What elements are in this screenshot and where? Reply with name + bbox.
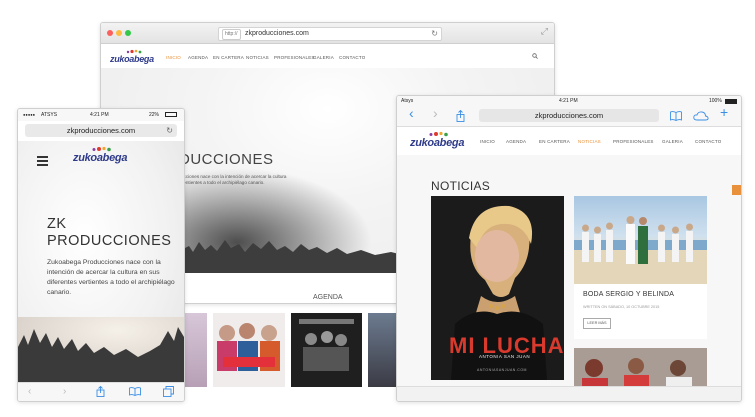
agenda-thumbnail[interactable] (291, 313, 362, 387)
address-bar[interactable]: http:// zkproducciones.com ↻ (218, 27, 442, 41)
logo-text: zukoabega (73, 152, 128, 164)
fullscreen-icon[interactable]: ⤢ (541, 26, 548, 37)
site-logo[interactable]: zukoabega (410, 131, 466, 150)
clock-label: 4:21 PM (559, 98, 578, 104)
browser-toolbar: ‹ › (18, 382, 184, 401)
poster-subtitle: ANTONIA SAN JUAN (479, 354, 531, 359)
address-bar[interactable]: zkproducciones.com (479, 109, 659, 122)
signal-icon: ●●●●● (23, 112, 36, 117)
search-icon[interactable] (532, 53, 538, 59)
nav-profesionales[interactable]: PROFESIONALES (274, 55, 315, 60)
phone-mockup: ●●●●● ATSYS 4:21 PM 22% zkproducciones.c… (17, 108, 185, 402)
logo-text: zukoabega (410, 137, 465, 149)
site-nav: zukoabega INICIO AGENDA EN CARTERA NOTIC… (101, 44, 554, 68)
agenda-thumbnail[interactable] (368, 313, 396, 387)
nav-agenda[interactable]: AGENDA (506, 139, 526, 144)
bookmarks-icon[interactable] (670, 111, 682, 121)
share-icon[interactable] (96, 386, 105, 397)
status-bar: ●●●●● ATSYS 4:21 PM 22% (18, 109, 184, 121)
battery-icon (725, 98, 737, 104)
forward-arrow-icon[interactable]: › (63, 386, 66, 397)
nav-inicio[interactable]: INICIO (480, 139, 495, 144)
section-title: NOTICIAS (431, 179, 491, 193)
site-logo[interactable]: zukoabega (110, 49, 154, 70)
bookmarks-icon[interactable] (129, 387, 141, 396)
nav-en-cartera[interactable]: EN CARTERA (539, 139, 570, 144)
agenda-poster-image (299, 319, 354, 371)
logo-text: zukoabega (110, 54, 154, 64)
url-host: zkproducciones.com (534, 111, 604, 120)
agenda-poster-image (217, 323, 280, 371)
address-bar[interactable]: zkproducciones.com ↻ (25, 124, 177, 137)
read-more-button[interactable]: LEER MÁS (583, 318, 611, 329)
nav-contacto[interactable]: CONTACTO (695, 139, 721, 144)
hamburger-menu-icon[interactable] (37, 156, 48, 168)
home-bar (397, 386, 741, 401)
browser-toolbar: ‹ › zkproducciones.com + (397, 105, 741, 127)
tabs-icon[interactable] (163, 386, 174, 397)
nav-noticias[interactable]: NOTICIAS (246, 55, 269, 60)
news-card-title[interactable]: BODA SERGIO Y BELINDA (583, 291, 674, 298)
hero-text: Zukoabega Producciones nace con la inten… (47, 259, 175, 296)
close-window-icon[interactable] (107, 30, 113, 36)
carrier-label: ATSYS (41, 112, 58, 118)
nav-inicio[interactable]: INICIO (166, 55, 181, 60)
agenda-thumbnail[interactable] (213, 313, 285, 387)
url-host: zkproducciones.com (66, 126, 136, 135)
reload-icon[interactable]: ↻ (431, 28, 438, 40)
reload-icon[interactable]: ↻ (166, 124, 173, 137)
agenda-heading: AGENDA (313, 294, 343, 301)
agenda-thumbnail[interactable] (183, 313, 207, 387)
hero-title: ZK PRODUCCIONES (47, 216, 172, 249)
url-host: zkproducciones.com (245, 30, 309, 37)
nav-galeria[interactable]: GALERIA (662, 139, 683, 144)
mobile-page: zukoabega ZK PRODUCCIONES Zukoabega Prod… (18, 141, 184, 383)
nav-profesionales[interactable]: PROFESIONALES (613, 139, 654, 144)
hero-title: DUCCIONES (179, 151, 274, 168)
nav-noticias[interactable]: NOTICIAS (578, 139, 601, 144)
nav-en-cartera[interactable]: EN CARTERA (213, 55, 244, 60)
tablet-mockup: Atsys 4:21 PM 100% ‹ › zkproducciones.co… (396, 95, 742, 402)
wedding-photo-image (574, 216, 707, 284)
icloud-tabs-icon[interactable] (693, 111, 709, 121)
site-nav: zukoabega INICIO AGENDA EN CARTERA NOTIC… (397, 127, 741, 155)
news-card-photo (574, 196, 707, 284)
minimize-window-icon[interactable] (116, 30, 122, 36)
crowd-silhouette-image (18, 317, 184, 383)
new-tab-icon[interactable]: + (720, 105, 728, 119)
back-arrow-icon[interactable]: ‹ (28, 386, 31, 397)
poster-url: ANTONIASANJUAN.COM (477, 368, 527, 372)
battery-icon (165, 112, 177, 117)
back-arrow-icon[interactable]: ‹ (409, 106, 414, 120)
forward-arrow-icon[interactable]: › (433, 106, 438, 120)
scroll-to-top-tab[interactable] (732, 185, 741, 195)
news-card[interactable]: BODA SERGIO Y BELINDA WRITTEN ON SÁBADO,… (574, 196, 707, 339)
clock-label: 4:21 PM (90, 112, 109, 118)
hero-text: ucciones nace con la intención de acerca… (181, 174, 287, 185)
share-icon[interactable] (456, 110, 465, 122)
zoom-window-icon[interactable] (125, 30, 131, 36)
carrier-label: Atsys (401, 98, 414, 104)
nav-agenda[interactable]: AGENDA (188, 55, 208, 60)
news-poster[interactable]: MI LUCHA ANTONIA SAN JUAN ANTONIASANJUAN… (431, 196, 564, 380)
status-bar: Atsys 4:21 PM 100% (397, 96, 741, 106)
url-protocol: http:// (222, 29, 241, 40)
battery-label: 22% (149, 112, 160, 118)
nav-contacto[interactable]: CONTACTO (339, 55, 365, 60)
browser-chrome: http:// zkproducciones.com ↻ ⤢ (101, 23, 554, 44)
nav-galeria[interactable]: GALERIA (313, 55, 334, 60)
news-card-meta: WRITTEN ON SÁBADO, 10 OCTUBRE 2015 (583, 305, 660, 309)
site-logo[interactable]: zukoabega (73, 146, 129, 165)
